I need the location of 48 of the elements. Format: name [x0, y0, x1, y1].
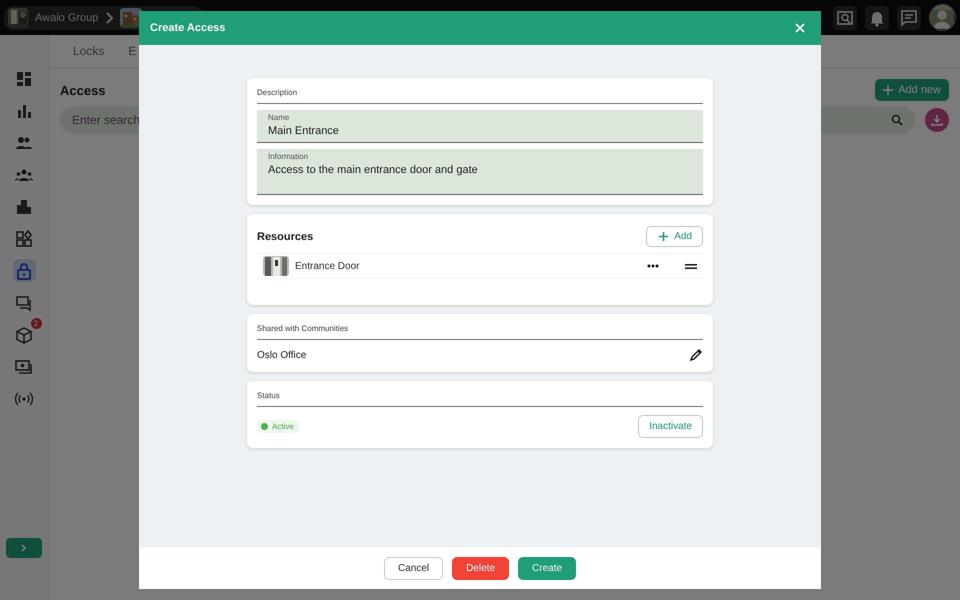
box-icon — [15, 326, 33, 344]
broadcast-icon — [15, 390, 33, 408]
text-area[interactable]: Information Access to the main entrance door and gate — [257, 149, 703, 195]
community-name: Oslo Office — [257, 350, 306, 360]
toolbar-button[interactable] — [865, 6, 889, 30]
tab[interactable]: Locks — [73, 44, 104, 58]
tab[interactable]: E — [128, 44, 136, 58]
buildings-icon — [15, 198, 33, 216]
download-button[interactable] — [925, 108, 949, 132]
section-title: Resources — [257, 230, 314, 242]
delete-button[interactable]: Delete — [452, 556, 510, 580]
close-button[interactable] — [795, 23, 805, 33]
create-button[interactable]: Create — [518, 556, 576, 580]
chevron-right-icon — [105, 12, 114, 24]
count-badge: 2 — [30, 318, 42, 329]
plus-icon — [883, 85, 894, 95]
toolbar-button[interactable] — [833, 6, 857, 30]
add-button[interactable]: Add — [646, 226, 703, 247]
status-chip: Active — [257, 420, 300, 433]
widgets-icon — [15, 230, 33, 248]
section-heading: Status — [257, 391, 703, 407]
chat-icon — [15, 294, 33, 312]
drag-handle-icon[interactable] — [685, 264, 697, 268]
page-title: Access — [60, 82, 106, 98]
sidebar-item[interactable] — [12, 259, 36, 282]
resource-row[interactable]: Entrance Door — [257, 253, 703, 279]
input-field[interactable]: Name Main Entrance — [257, 110, 703, 143]
chevron-right-icon — [21, 544, 27, 552]
section-heading: Shared with Communities — [257, 324, 703, 340]
pencil-icon[interactable] — [689, 348, 703, 362]
section-heading: Description — [257, 88, 703, 104]
breadcrumb-link[interactable]: Awaio Group — [35, 12, 98, 24]
dashboard-icon — [15, 70, 33, 88]
download-icon — [931, 114, 943, 126]
lock-icon — [15, 262, 33, 280]
add-new-button[interactable]: Add new — [875, 79, 949, 101]
chat-icon — [899, 8, 919, 28]
inactivate-button[interactable]: Inactivate — [638, 415, 703, 438]
money-icon — [15, 358, 33, 376]
close-icon — [795, 23, 805, 33]
more-icon[interactable] — [647, 264, 659, 268]
search-icon — [891, 114, 903, 126]
resource-name: Entrance Door — [295, 260, 360, 272]
expand-button[interactable] — [6, 538, 42, 558]
cancel-button[interactable]: Cancel — [384, 556, 444, 580]
plus-icon — [659, 232, 668, 241]
toolbar-button[interactable] — [897, 6, 921, 30]
dialog-title: Create Access — [150, 22, 226, 34]
